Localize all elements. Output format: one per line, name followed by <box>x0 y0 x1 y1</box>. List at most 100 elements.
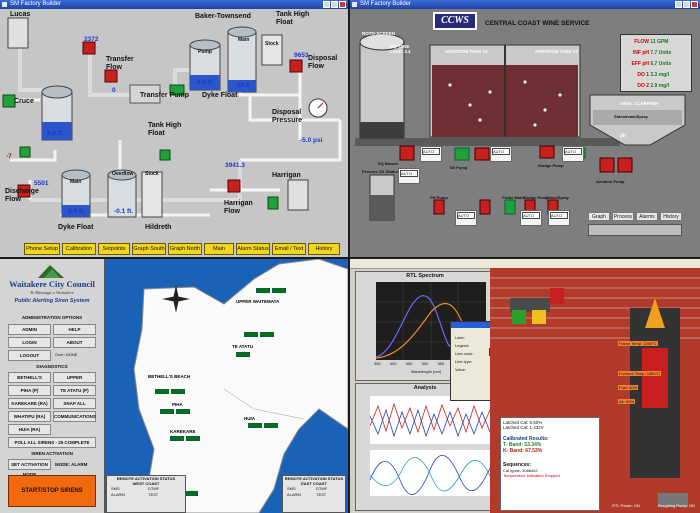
graph-south-button[interactable]: Graph South <box>132 243 166 255</box>
fuel-label: Fuel: 40% <box>618 385 639 390</box>
siren-indicator[interactable] <box>272 288 286 293</box>
scada-pane-water: SM Factory Builder Lucas Baker-Townsend … <box>0 0 348 257</box>
prop-line-color: Line color: <box>455 351 474 356</box>
value-main-level: 10.6 <box>237 82 250 89</box>
town-bethells-beach: BETHELL'S BEACH <box>148 374 191 379</box>
diag-whatipu-button[interactable]: WHATIPU (RA) <box>8 411 51 422</box>
tag-process-ox: Process OX Station <box>362 169 400 174</box>
result-k-band: K- Band: 67.53% <box>503 448 543 454</box>
nav-graph-button[interactable]: Graph <box>588 212 610 221</box>
nav-process-button[interactable]: Process <box>612 212 634 221</box>
tag-ph-pump: PH Pump <box>430 195 448 200</box>
about-button[interactable]: ABOUT <box>53 337 96 348</box>
tag-aeration-1: AERATION TANK #1 <box>445 49 488 54</box>
snap-all-button[interactable]: SNAP ALL <box>53 398 96 409</box>
reading-label: FLOW <box>634 39 649 45</box>
diag-karekare-button[interactable]: KAREKARE (RA) <box>8 398 51 409</box>
help-button[interactable]: HELP <box>53 324 96 335</box>
tag-sidestream: Sidestream/Spray <box>614 114 648 119</box>
siren-indicator[interactable] <box>264 423 278 428</box>
history-button[interactable]: History <box>308 243 340 255</box>
nav-alarms-button[interactable]: Alarms <box>636 212 658 221</box>
value-5501: 5501 <box>34 180 49 187</box>
nav-history-button[interactable]: History <box>660 212 682 221</box>
login-button[interactable]: LOGIN <box>8 337 51 348</box>
prop-lake: Lake: <box>455 335 465 340</box>
furnace-temp-label: Furnace Temp: 1850°C <box>618 371 662 376</box>
siren-indicator[interactable] <box>260 332 274 337</box>
diag-huia-button[interactable]: HUIA (RA) <box>8 424 51 435</box>
communications-button[interactable]: COMMUNICATIONS <box>53 411 96 422</box>
diag-piha-button[interactable]: PIHA (P) <box>8 385 51 396</box>
auto-select[interactable]: AUTO <box>522 212 540 219</box>
diag-te-atatu-button[interactable]: TE ATATU (P) <box>53 385 96 396</box>
siren-indicator[interactable] <box>171 389 185 394</box>
siren-indicator[interactable] <box>176 409 190 414</box>
reading-flow: FLOW 11 GPM <box>623 37 689 48</box>
diag-upper-waitemata-button[interactable]: UPPER WAITEMATA (P) <box>53 372 96 390</box>
pressure-gauge-icon <box>308 98 328 118</box>
auto-control-4[interactable]: AUTO <box>398 168 420 184</box>
auto-select[interactable]: AUTO <box>492 148 510 155</box>
tag-ni-pump: N/I Pump <box>450 165 468 170</box>
calibration-button[interactable]: Calibration <box>62 243 96 255</box>
town-karekare: KAREKARE <box>170 429 196 434</box>
start-stop-sirens-button[interactable]: START/STOP SIRENS <box>8 475 96 507</box>
label-cruce: Cruce <box>14 98 34 105</box>
siren-indicator[interactable] <box>155 389 169 394</box>
poll-all-sirens-button[interactable]: POLL ALL SIRENS - 25 COMPLETE <box>8 437 96 448</box>
auto-select[interactable]: AUTO <box>457 212 475 219</box>
auto-select[interactable]: AUTO <box>564 148 582 155</box>
auto-control-7[interactable]: AUTO <box>548 210 570 226</box>
latched-2: Latched Cal: 1.432V <box>503 425 544 430</box>
value-9653: 9653 <box>294 52 309 59</box>
reading-value: 11 GPM <box>650 39 669 45</box>
spectrum-title: RTL Spectrum <box>406 273 444 279</box>
auto-control-6[interactable]: AUTO <box>520 210 542 226</box>
tag-probe-maint: Probe Maint <box>502 195 525 200</box>
value-cruce-level: 5.6 ft. <box>47 130 64 137</box>
alarm-status-button[interactable]: Alarm Status <box>236 243 270 255</box>
org-subtitle: Te Rūnanga o Waitakere <box>30 290 74 295</box>
reading-inf-ph: INF pH 7.7 Units <box>623 48 689 59</box>
reading-do2: DO 2 2.9 mg/l <box>623 81 689 92</box>
graph-north-button[interactable]: Graph North <box>168 243 202 255</box>
label-main-1: Main <box>238 37 250 43</box>
main-button[interactable]: Main <box>204 243 234 255</box>
tag-eq-blower: EQ Blower <box>378 161 399 166</box>
diag-bethells-button[interactable]: BETHELL'S BEACH (P) <box>8 372 51 390</box>
value-pump-level: 6.0 ft. <box>197 79 214 86</box>
auto-select[interactable]: AUTO <box>550 212 568 219</box>
siren-indicator[interactable] <box>160 409 174 414</box>
auto-select[interactable]: AUTO <box>422 148 440 155</box>
air-label: Air: 60% <box>618 399 636 404</box>
siren-indicator[interactable] <box>184 491 198 496</box>
label-tank-high-float-2: Tank High Float <box>148 122 182 137</box>
town-piha: PIHA <box>172 402 183 407</box>
label-hildreth: Hildreth <box>145 224 172 231</box>
phone-setup-button[interactable]: Phone Setup <box>24 243 60 255</box>
siren-section-title: SIREN ACTIVATION <box>31 451 73 456</box>
setpoints-button[interactable]: Setpoints <box>98 243 130 255</box>
siren-indicator[interactable] <box>236 352 250 357</box>
auto-select[interactable]: AUTO <box>400 170 418 177</box>
auto-control-3[interactable]: AUTO <box>562 146 584 162</box>
auto-control-2[interactable]: AUTO <box>490 146 512 162</box>
analysis-chart-panel: Analysis <box>355 383 495 511</box>
label-transfer-flow: Transfer Flow <box>106 56 134 71</box>
siren-indicator[interactable] <box>248 423 262 428</box>
reading-value: 2.9 mg/l <box>650 83 670 89</box>
siren-indicator[interactable] <box>170 436 184 441</box>
siren-indicator[interactable] <box>186 436 200 441</box>
set-activation-mode-button[interactable]: SET ACTIVATION MODE <box>8 459 51 477</box>
email-text-button[interactable]: Email / Text <box>272 243 306 255</box>
siren-indicator[interactable] <box>244 332 258 337</box>
logout-button[interactable]: LOGOUT <box>8 350 51 361</box>
prop-value: Value: <box>455 367 467 372</box>
admin-button[interactable]: ADMIN <box>8 324 51 335</box>
town-huia: HUIA <box>244 416 255 421</box>
footer-info-panel <box>588 224 682 236</box>
siren-indicator[interactable] <box>256 288 270 293</box>
auto-control-1[interactable]: AUTO <box>420 146 442 162</box>
auto-control-5[interactable]: AUTO <box>455 210 477 226</box>
